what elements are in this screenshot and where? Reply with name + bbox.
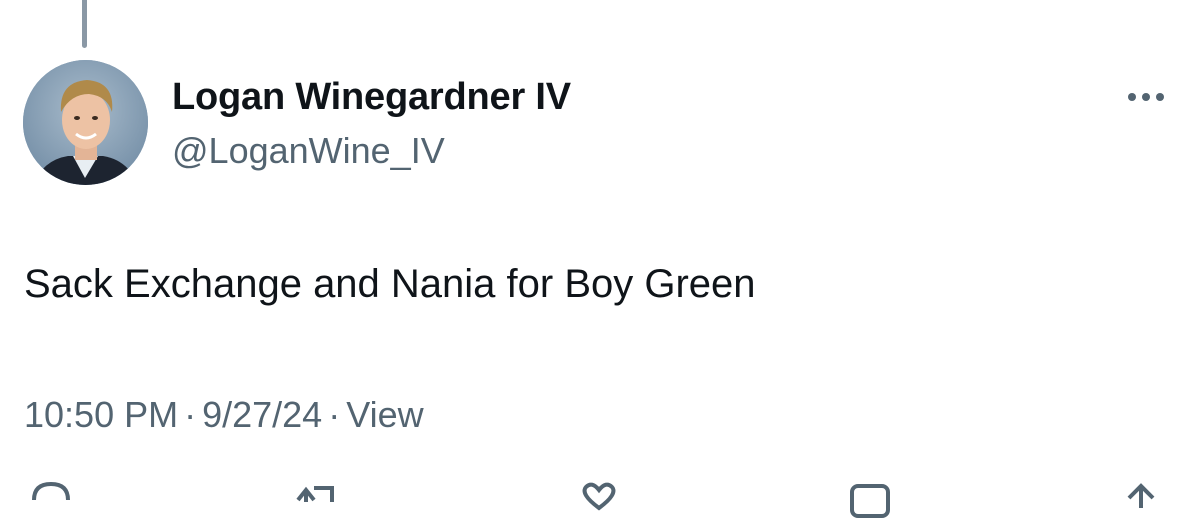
author-handle[interactable]: @LoganWine_IV (172, 130, 445, 172)
share-icon (1127, 483, 1155, 508)
bookmark-icon (850, 484, 890, 518)
tweet-time[interactable]: 10:50 PM (24, 394, 178, 436)
thread-connector-line (82, 0, 87, 48)
avatar-image (23, 60, 148, 185)
meta-separator: · (184, 394, 197, 435)
meta-separator: · (328, 394, 341, 435)
tweet-meta: 10:50 PM · 9/27/24 · View (24, 394, 424, 436)
author-name[interactable]: Logan Winegardner IV (172, 76, 571, 119)
heart-icon (582, 482, 616, 511)
reply-button[interactable] (26, 478, 76, 518)
tweet-text: Sack Exchange and Nania for Boy Green (24, 262, 756, 306)
more-options-button[interactable] (1118, 82, 1174, 112)
action-bar (0, 478, 1200, 518)
tweet-date[interactable]: 9/27/24 (202, 394, 322, 436)
avatar[interactable] (23, 60, 148, 185)
retweet-button[interactable] (292, 478, 342, 518)
reply-icon (32, 481, 70, 501)
more-options-icon (1128, 93, 1164, 101)
retweet-icon (296, 486, 334, 502)
share-button[interactable] (1116, 478, 1166, 518)
bookmark-button[interactable] (844, 478, 894, 518)
like-button[interactable] (574, 478, 624, 518)
views-link[interactable]: View (346, 394, 423, 436)
